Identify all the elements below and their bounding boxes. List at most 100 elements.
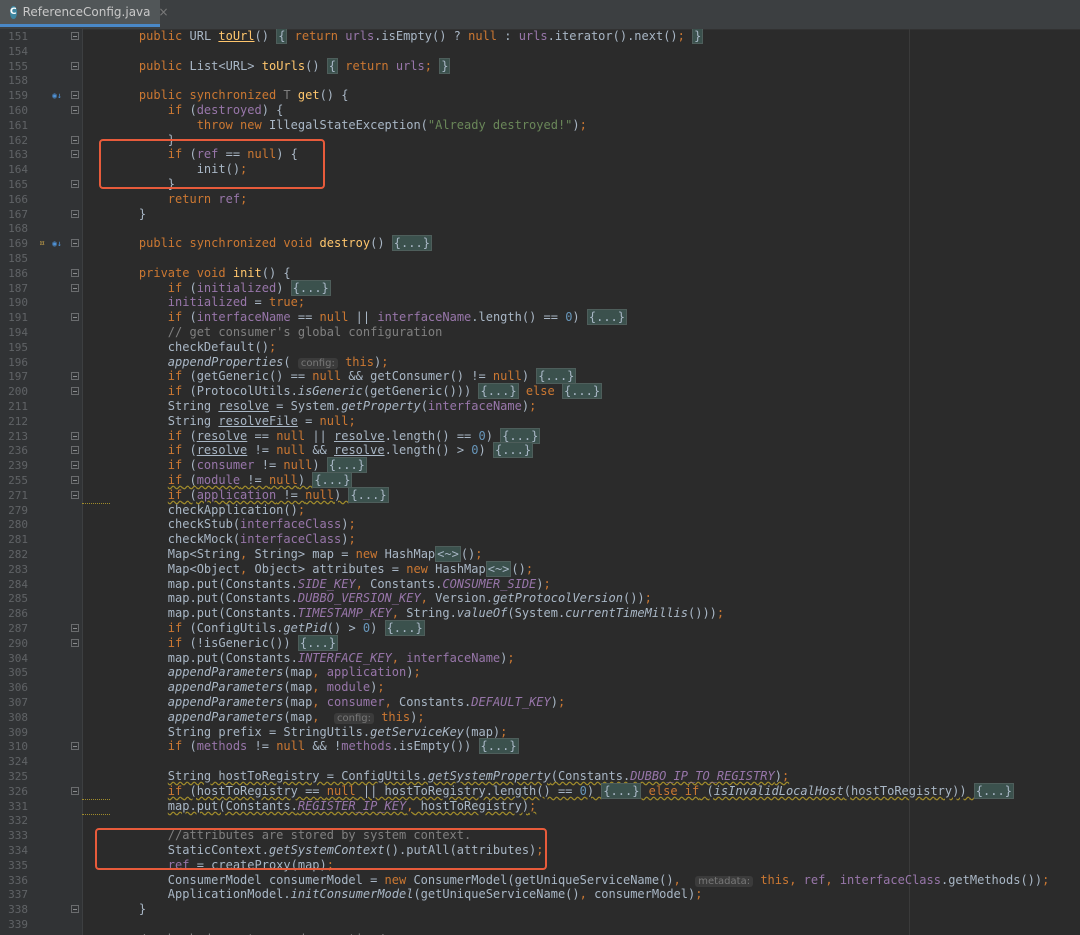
fold-expand-icon[interactable]	[71, 283, 79, 292]
override-icon[interactable]: ◉↓	[50, 88, 64, 103]
code-text: checkDefault();	[110, 339, 277, 354]
editor-tab-bar: C ReferenceConfig.java ×	[0, 0, 1080, 30]
code-editor[interactable]: 151 public URL toUrl() { return urls.isE…	[0, 29, 1080, 935]
code-line[interactable]: 169 ¤ ◉↓ public synchronized void destroy(…	[0, 235, 1080, 252]
code-text: ConsumerModel consumerModel = new Consum…	[110, 872, 1050, 887]
fold-expand-icon[interactable]	[71, 431, 79, 440]
code-line[interactable]: 200 if (ProtocolUtils.isGeneric(getGener…	[0, 383, 1080, 400]
code-line[interactable]: 284 map.put(Constants.SIDE_KEY, Constant…	[0, 577, 1080, 592]
code-line[interactable]: 282 Map<String, String> map = new HashMa…	[0, 546, 1080, 562]
fold-expand-icon[interactable]	[71, 490, 79, 499]
code-line[interactable]: 339	[0, 917, 1080, 932]
fold-expand-icon[interactable]	[71, 32, 79, 40]
override-icon[interactable]: ◉↓	[50, 236, 64, 251]
code-line[interactable]: 158	[0, 73, 1080, 88]
code-text: if (ProtocolUtils.isGeneric(getGeneric()…	[167, 383, 603, 400]
code-line[interactable]: 195 checkDefault();	[0, 340, 1080, 355]
code-line[interactable]: 236 if (resolve != null && resolve.lengt…	[0, 442, 1080, 459]
fold-expand-icon[interactable]	[71, 624, 79, 632]
fold-collapse-icon[interactable]	[71, 209, 79, 218]
fold-expand-icon[interactable]	[71, 313, 79, 322]
code-line[interactable]: 283 Map<Object, Object> attributes = new…	[0, 560, 1080, 577]
code-line[interactable]: 336 ConsumerModel consumerModel = new Co…	[0, 873, 1080, 888]
code-line[interactable]: 286 map.put(Constants.TIMESTAMP_KEY, Str…	[0, 606, 1080, 621]
line-number: 332	[8, 814, 28, 828]
fold-collapse-icon[interactable]	[71, 180, 79, 188]
code-line[interactable]: 159 ◉↓ public synchronized T get() {	[0, 88, 1080, 103]
code-text: checkMock(interfaceClass);	[110, 532, 356, 547]
line-number: 339	[8, 918, 28, 931]
fold-collapse-icon[interactable]	[71, 91, 79, 100]
code-text: checkStub(interfaceClass);	[110, 517, 356, 532]
code-line[interactable]: 331 map.put(Constants.REGISTER_IP_KEY, h…	[0, 799, 1080, 815]
line-number: 162	[8, 133, 28, 147]
fold-expand-icon[interactable]	[71, 742, 79, 751]
fold-expand-icon[interactable]	[71, 446, 79, 455]
code-line[interactable]: 186 private void init() {	[0, 266, 1080, 281]
tab-reference-config[interactable]: C ReferenceConfig.java ×	[0, 0, 169, 27]
code-line[interactable]: 305 appendParameters(map, application);	[0, 665, 1080, 680]
code-line[interactable]: 255 if (module != null) {...}	[0, 472, 1080, 488]
code-line[interactable]: 308 appendParameters(map, config: this);	[0, 710, 1080, 725]
code-line[interactable]: 168	[0, 221, 1080, 236]
line-number: 169	[8, 237, 28, 251]
code-line[interactable]: 281 checkMock(interfaceClass);	[0, 532, 1080, 547]
code-line[interactable]: 285 map.put(Constants.DUBBO_VERSION_KEY,…	[0, 591, 1080, 606]
bug-icon[interactable]: ¤	[34, 236, 50, 251]
code-line[interactable]: 167 }	[0, 207, 1080, 222]
code-line[interactable]: 154	[0, 44, 1080, 59]
code-line[interactable]: 279 checkApplication();	[0, 503, 1080, 518]
code-line[interactable]: 271 if (application != null) {...}	[0, 486, 1080, 504]
code-line[interactable]: 197 if (getGeneric() == null && getConsu…	[0, 368, 1080, 385]
code-line[interactable]: 304 map.put(Constants.INTERFACE_KEY, int…	[0, 651, 1080, 666]
fold-collapse-icon[interactable]	[71, 150, 79, 159]
code-line[interactable]: 191 if (interfaceName == null || interfa…	[0, 309, 1080, 326]
code-line[interactable]: 280 checkStub(interfaceClass);	[0, 517, 1080, 532]
code-line[interactable]: 290 if (!isGeneric()) {...}	[0, 634, 1080, 651]
code-line[interactable]: 155 public List<URL> toUrls() { return u…	[0, 57, 1080, 74]
fold-expand-icon[interactable]	[71, 786, 79, 795]
code-line[interactable]: 287 if (ConfigUtils.getPid() > 0) {...}	[0, 620, 1080, 636]
code-line[interactable]: 338 }	[0, 902, 1080, 917]
code-text: }	[110, 902, 147, 917]
code-line[interactable]: 307 appendParameters(map, consumer, Cons…	[0, 695, 1080, 710]
fold-expand-icon[interactable]	[71, 61, 79, 70]
line-number: 271	[8, 488, 28, 502]
code-line[interactable]: 324	[0, 754, 1080, 769]
code-line[interactable]: 337 ApplicationModel.initConsumerModel(g…	[0, 887, 1080, 902]
fold-expand-icon[interactable]	[71, 461, 79, 470]
code-line[interactable]: 211 String resolve = System.getProperty(…	[0, 399, 1080, 414]
code-line[interactable]: 239 if (consumer != null) {...}	[0, 457, 1080, 474]
code-line[interactable]: 194 // get consumer's global configurati…	[0, 325, 1080, 340]
line-number: 191	[8, 311, 28, 325]
code-line[interactable]: 161 throw new IllegalStateException("Alr…	[0, 118, 1080, 133]
fold-collapse-icon[interactable]	[71, 268, 79, 277]
fold-expand-icon[interactable]	[71, 476, 79, 484]
code-line[interactable]: 325 String hostToRegistry = ConfigUtils.…	[0, 769, 1080, 784]
code-line[interactable]: 190 initialized = true;	[0, 295, 1080, 310]
fold-expand-icon[interactable]	[71, 372, 79, 381]
fold-collapse-icon[interactable]	[71, 106, 79, 114]
line-number: 286	[8, 607, 28, 621]
code-line[interactable]: 213 if (resolve == null || resolve.lengt…	[0, 427, 1080, 444]
code-line[interactable]: 306 appendParameters(map, module);	[0, 680, 1080, 695]
code-line[interactable]: 212 String resolveFile = null;	[0, 414, 1080, 429]
code-line[interactable]: 151 public URL toUrl() { return urls.isE…	[0, 29, 1080, 44]
code-line[interactable]: 187 if (initialized) {...}	[0, 279, 1080, 296]
code-line[interactable]: 326 if (hostToRegistry == null || hostTo…	[0, 782, 1080, 800]
fold-collapse-icon[interactable]	[71, 905, 79, 914]
close-icon[interactable]: ×	[159, 5, 169, 19]
code-line[interactable]: 160 if (destroyed) {	[0, 103, 1080, 118]
code-line[interactable]: 310 if (methods != null && !methods.isEm…	[0, 738, 1080, 755]
code-line[interactable]: 196 appendProperties( config: this);	[0, 355, 1080, 370]
fold-expand-icon[interactable]	[71, 239, 79, 248]
code-line[interactable]: 309 String prefix = StringUtils.getServi…	[0, 725, 1080, 740]
code-line[interactable]: 332	[0, 813, 1080, 828]
code-line[interactable]: 166 return ref;	[0, 192, 1080, 207]
fold-expand-icon[interactable]	[71, 638, 79, 647]
fold-expand-icon[interactable]	[71, 387, 79, 396]
line-number: 280	[8, 518, 28, 532]
code-line[interactable]: 185	[0, 251, 1080, 266]
code-text: appendParameters(map, consumer, Constant…	[167, 695, 566, 709]
fold-collapse-icon[interactable]	[71, 135, 79, 144]
